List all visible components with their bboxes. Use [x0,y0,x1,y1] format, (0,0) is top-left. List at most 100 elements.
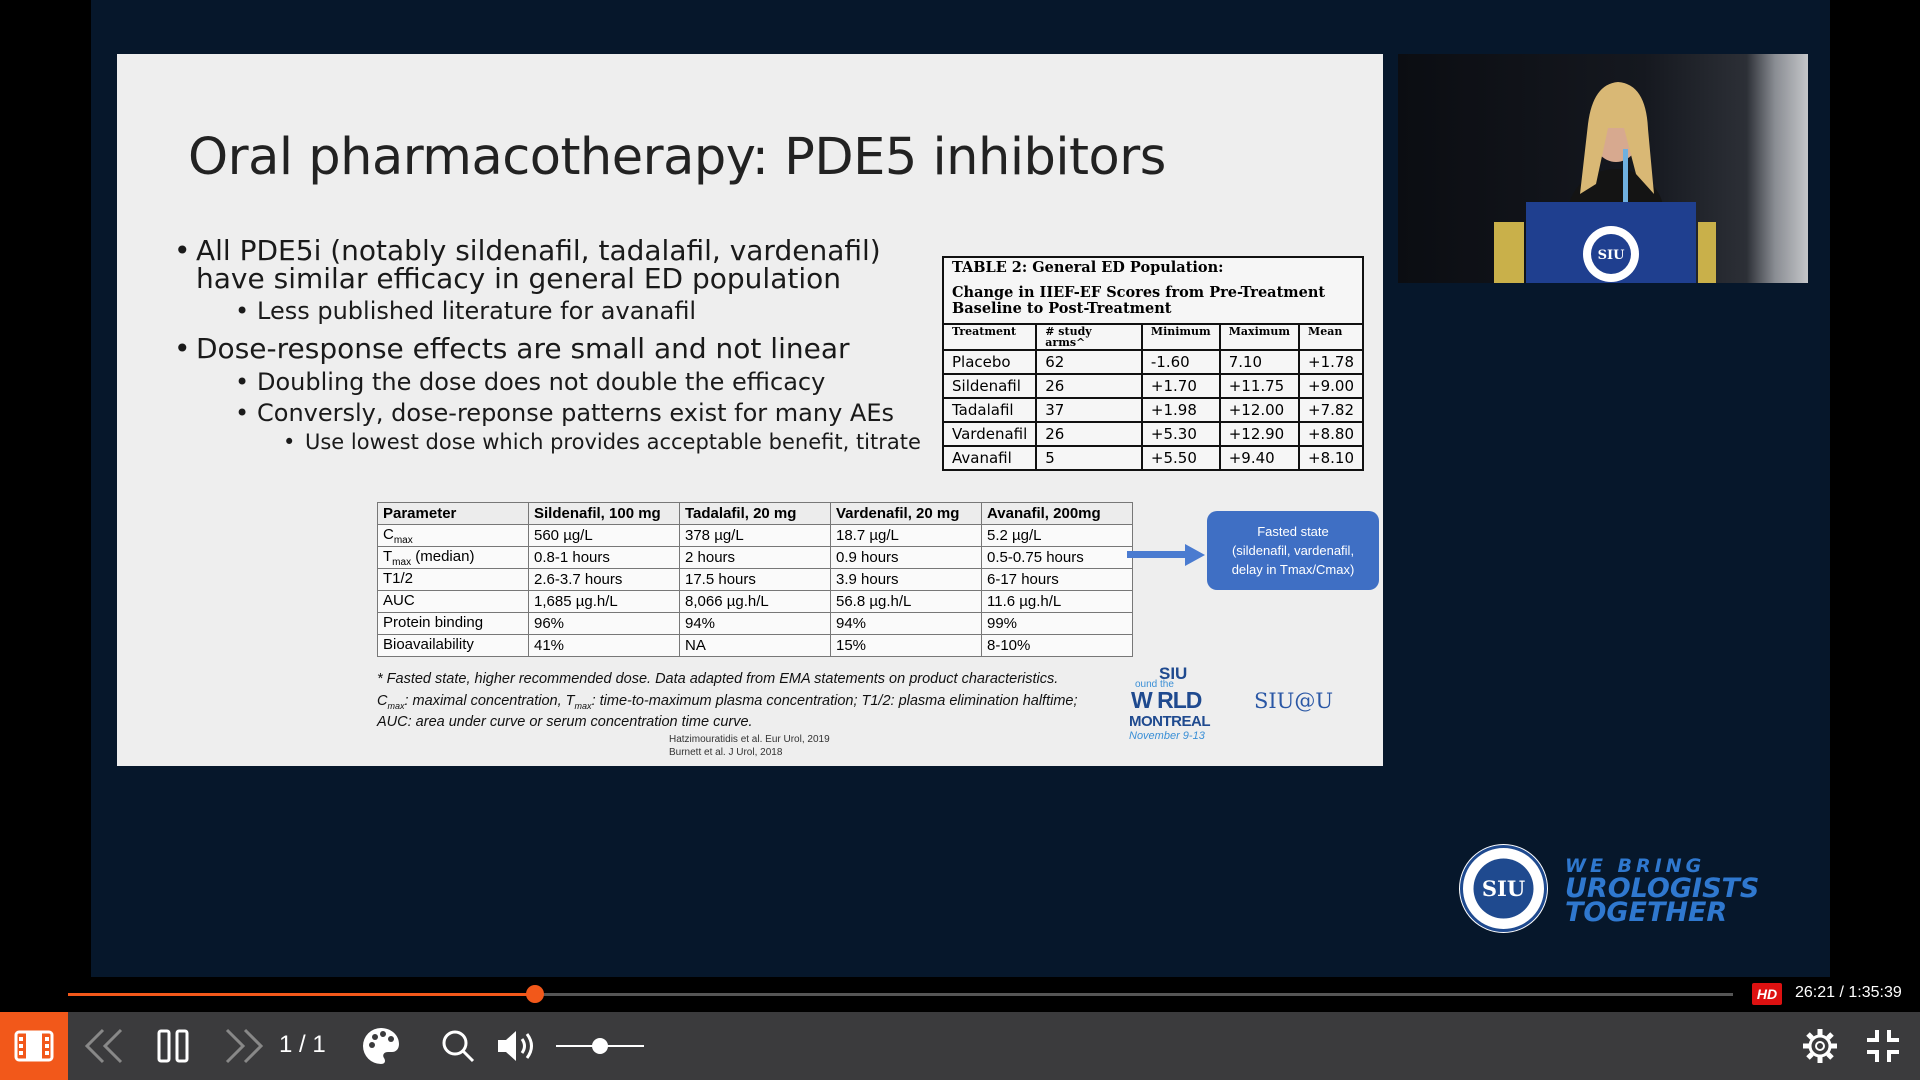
table2-cell: Tadalafil [944,397,1038,422]
table2-cell: +7.82 [1299,397,1362,422]
bullet-2: • Less published literature for avanafil [235,297,697,325]
table2-cell: 37 [1036,397,1143,422]
param-value: 378 µg/L [679,524,831,547]
pause-icon [157,1029,189,1063]
volume-handle[interactable] [592,1038,608,1054]
fasted-state-callout: Fasted state (sildenafil, vardenafil, de… [1207,511,1379,590]
param-value: 8,066 µg.h/L [679,590,831,613]
table2-cell: +9.00 [1299,373,1362,398]
reference-1: Hatzimouratidis et al. Eur Urol, 2019 [669,734,830,745]
podium-seal-text: SIU [1598,248,1625,263]
param-value: 6-17 hours [981,568,1133,591]
gear-icon [1803,1029,1837,1063]
param-value: 41% [528,634,680,657]
slide-title: Oral pharmacotherapy: PDE5 inhibitors [188,128,1166,187]
table2-cell: +8.10 [1299,445,1362,469]
exit-fullscreen-button[interactable] [1860,1012,1906,1080]
param-value: 11.6 µg.h/L [981,590,1133,613]
param-value: 56.8 µg.h/L [830,590,982,613]
siu-at-u-logo: SIU@U [1254,689,1334,713]
page-indicator: 1 / 1 [279,1031,326,1058]
param-table-row: Bioavailability 41% NA 15% 8-10% [377,634,1133,657]
progress-handle[interactable] [525,985,544,1003]
table2-row: Tadalafil 37 +1.98 +12.00 +7.82 [944,397,1362,422]
table2-cell: 26 [1036,373,1143,398]
table2-header: Minimum [1141,323,1221,350]
volume-slider[interactable] [556,1038,644,1054]
previous-slide-button[interactable] [80,1012,130,1080]
param-value: 15% [830,634,982,657]
table2-cell: +8.80 [1299,421,1362,446]
double-chevron-left-icon [84,1028,123,1064]
siu-seal-logo: SIU [1459,844,1548,933]
double-chevron-right-icon [225,1028,264,1064]
param-value: 2.6-3.7 hours [528,568,680,591]
settings-button[interactable] [1796,1012,1844,1080]
arrow-icon [1127,544,1205,566]
param-table-row: AUC 1,685 µg.h/L 8,066 µg.h/L 56.8 µg.h/L 11… [377,590,1133,613]
param-table-header: Parameter [377,502,529,525]
next-slide-button[interactable] [218,1012,268,1080]
param-value: 94% [679,612,831,635]
search-button[interactable] [436,1012,480,1080]
param-value: 18.7 µg/L [830,524,982,547]
table2-cell: 7.10 [1219,349,1301,374]
table2-cell: 26 [1036,421,1143,446]
table2-cell: +9.40 [1219,445,1301,469]
param-value: 1,685 µg.h/L [528,590,680,613]
param-name: AUC [377,590,529,613]
collapse-icon [1867,1030,1899,1062]
param-name: Cmax [377,524,529,547]
table2-cell: +12.00 [1219,397,1301,422]
bullet-6: • Use lowest dose which provides acceptab… [283,430,921,454]
table2-cell: Vardenafil [944,421,1038,446]
footnote-1: * Fasted state, higher recommended dose.… [377,671,1059,687]
table2-caption2: Change in IIEF-EF Scores from Pre-Treatm… [952,284,1326,317]
param-value: 2 hours [679,546,831,569]
progress-played [68,993,535,996]
filmstrip-button[interactable] [0,1012,68,1080]
param-value: 560 µg/L [528,524,680,547]
bullet-1-cont: have similar efficacy in general ED popu… [196,262,841,295]
speaker-camera: SIU [1398,54,1808,283]
palette-button[interactable] [358,1012,404,1080]
table2-cell: +1.98 [1141,397,1221,422]
table2-cell: +5.30 [1141,421,1221,446]
param-table-header: Avanafil, 200mg [981,502,1133,525]
speaker-video-image: SIU [1494,82,1716,283]
param-value: 5.2 µg/L [981,524,1133,547]
slide: Oral pharmacotherapy: PDE5 inhibitors • A… [117,54,1383,766]
param-table-header: Tadalafil, 20 mg [679,502,831,525]
param-table-row: T1/2 2.6-3.7 hours 17.5 hours 3.9 hours 6-17… [377,568,1133,591]
param-name: Bioavailability [377,634,529,657]
pause-button[interactable] [150,1012,196,1080]
control-bar: 1 / 1 [0,1012,1920,1080]
table2-row: Sildenafil 26 +1.70 +11.75 +9.00 [944,373,1362,398]
param-value: 96% [528,612,680,635]
table2-header: Treatment [944,323,1038,350]
param-table-row: Tmax (median) 0.8-1 hours 2 hours 0.9 hours… [377,546,1133,569]
param-value: 94% [830,612,982,635]
reference-2: Burnett et al. J Urol, 2018 [669,747,783,758]
table2-cell: Sildenafil [944,373,1038,398]
table2-cell: +1.78 [1299,349,1362,374]
parameter-table: Parameter Sildenafil, 100 mg Tadalafil, 20… [377,502,1133,657]
table2-cell: -1.60 [1141,349,1221,374]
param-name: Protein binding [377,612,529,635]
footnote-2: Cmax: maximal concentration, Tmax: time-… [377,693,1078,711]
bullet-3: • Dose-response effects are small and not… [174,332,850,365]
param-value: 17.5 hours [679,568,831,591]
table2-row: Avanafil 5 +5.50 +9.40 +8.10 [944,445,1362,469]
table2-header: # study arms^ [1036,323,1143,350]
volume-button[interactable] [494,1012,542,1080]
param-name: Tmax (median) [377,546,529,569]
hd-badge[interactable]: HD [1752,983,1782,1005]
speaker-icon [498,1031,533,1061]
table2-cell: +5.50 [1141,445,1221,469]
param-table-header: Sildenafil, 100 mg [528,502,680,525]
palette-icon [363,1028,399,1064]
table2: TABLE 2: General ED Population: Change i… [942,256,1364,471]
param-value: 8-10% [981,634,1133,657]
svg-text:SIU: SIU [1482,876,1525,901]
param-value: 99% [981,612,1133,635]
